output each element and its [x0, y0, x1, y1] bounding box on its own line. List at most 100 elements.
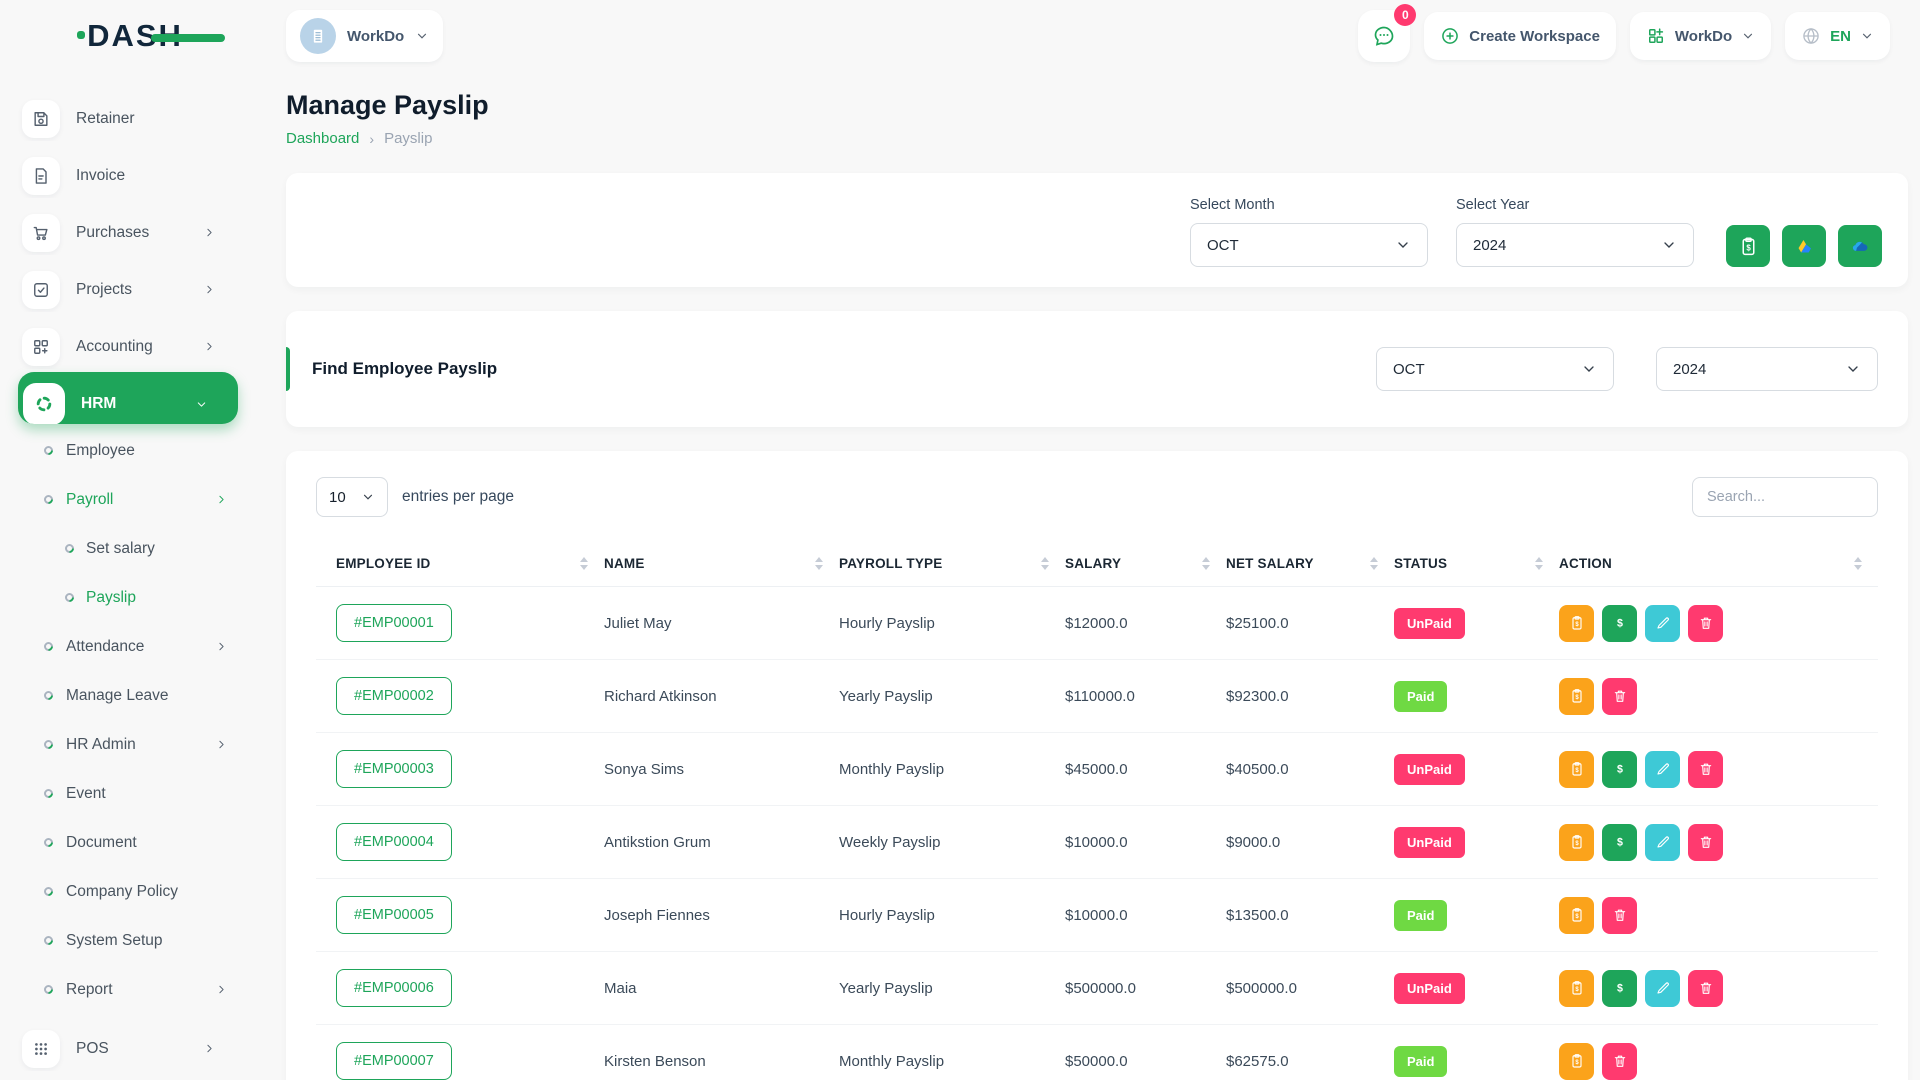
- sidebar-item-accounting[interactable]: Accounting: [0, 312, 270, 369]
- column-header-name[interactable]: NAME: [604, 541, 839, 587]
- table-row: #EMP00006MaiaYearly Payslip$500000.0$500…: [316, 952, 1878, 1025]
- sort-icon[interactable]: [580, 557, 588, 570]
- chevron-right-glyph: [203, 1042, 216, 1055]
- sidebar-item-system-setup[interactable]: System Setup: [0, 916, 270, 965]
- sidebar-item-event[interactable]: Event: [0, 769, 270, 818]
- sidebar-item-document[interactable]: Document: [0, 818, 270, 867]
- export-onedrive-button[interactable]: [1838, 225, 1882, 267]
- employee-id-chip[interactable]: #EMP00006: [336, 969, 452, 1007]
- employee-id-chip[interactable]: #EMP00004: [336, 823, 452, 861]
- employee-id-chip[interactable]: #EMP00007: [336, 1042, 452, 1080]
- column-header-salary[interactable]: SALARY: [1065, 541, 1226, 587]
- column-header-payroll-type[interactable]: PAYROLL TYPE: [839, 541, 1065, 587]
- year-select[interactable]: 2024: [1456, 223, 1694, 267]
- column-header-employee-id[interactable]: EMPLOYEE ID: [316, 541, 604, 587]
- sidebar-item-pos[interactable]: POS: [0, 1014, 270, 1071]
- svg-text:$: $: [1575, 914, 1579, 920]
- workspace-selector[interactable]: WorkDo: [286, 10, 443, 62]
- pencil-icon: [1655, 761, 1671, 777]
- sidebar-item-retainer[interactable]: Retainer: [0, 84, 270, 141]
- payment-button[interactable]: $: [1602, 605, 1637, 642]
- sidebar-item-payslip[interactable]: Payslip: [0, 573, 270, 622]
- employee-id-chip[interactable]: #EMP00003: [336, 750, 452, 788]
- sidebar-item-purchases[interactable]: Purchases: [0, 198, 270, 255]
- sidebar-item-label: Report: [66, 981, 113, 999]
- payment-button[interactable]: $: [1602, 824, 1637, 861]
- delete-button[interactable]: [1688, 970, 1723, 1007]
- sort-icon[interactable]: [1041, 557, 1049, 570]
- sort-icon[interactable]: [815, 557, 823, 570]
- chevron-down-icon: [361, 490, 375, 504]
- column-header-net-salary[interactable]: NET SALARY: [1226, 541, 1394, 587]
- row-actions: $: [1559, 897, 1878, 934]
- delete-button[interactable]: [1602, 1043, 1637, 1080]
- hrm-icon: [23, 383, 65, 424]
- breadcrumb-dashboard-link[interactable]: Dashboard: [286, 130, 359, 147]
- net-salary-cell: $40500.0: [1226, 733, 1394, 806]
- export-google-drive-button[interactable]: [1782, 225, 1826, 267]
- sidebar-item-crm[interactable]: CRM: [0, 1071, 270, 1080]
- payslip-button[interactable]: $: [1559, 751, 1594, 788]
- find-month-select[interactable]: OCT: [1376, 347, 1614, 391]
- sidebar-item-attendance[interactable]: Attendance: [0, 622, 270, 671]
- sort-icon[interactable]: [1202, 557, 1210, 570]
- messages-button[interactable]: 0: [1358, 10, 1410, 62]
- sidebar-item-hrm[interactable]: HRM: [18, 372, 238, 424]
- sidebar-item-manage-leave[interactable]: Manage Leave: [0, 671, 270, 720]
- sidebar-item-set-salary[interactable]: Set salary: [0, 524, 270, 573]
- sidebar-item-payroll[interactable]: Payroll: [0, 475, 270, 524]
- edit-button[interactable]: [1645, 605, 1680, 642]
- payslip-button[interactable]: $: [1559, 605, 1594, 642]
- column-header-status[interactable]: STATUS: [1394, 541, 1559, 587]
- payment-button[interactable]: $: [1602, 970, 1637, 1007]
- payslip-button[interactable]: $: [1559, 970, 1594, 1007]
- generate-payslip-button[interactable]: $: [1726, 225, 1770, 267]
- chevron-down-icon: [1845, 361, 1861, 377]
- column-header-action[interactable]: ACTION: [1559, 541, 1878, 587]
- brand-logo[interactable]: DASH: [87, 18, 183, 54]
- delete-button[interactable]: [1688, 751, 1723, 788]
- sidebar-item-invoice[interactable]: Invoice: [0, 141, 270, 198]
- sort-icon[interactable]: [1535, 557, 1543, 570]
- find-year-select[interactable]: 2024: [1656, 347, 1878, 391]
- edit-button[interactable]: [1645, 824, 1680, 861]
- payslip-button[interactable]: $: [1559, 678, 1594, 715]
- main-content: Manage Payslip Dashboard › Payslip Selec…: [270, 72, 1920, 1080]
- bullet-icon: [63, 591, 76, 604]
- employee-id-chip[interactable]: #EMP00005: [336, 896, 452, 934]
- payslip-button[interactable]: $: [1559, 824, 1594, 861]
- create-workspace-label: Create Workspace: [1469, 28, 1600, 45]
- trash-icon: [1698, 834, 1714, 850]
- svg-text:$: $: [1575, 622, 1579, 628]
- workdo-apps-menu[interactable]: WorkDo: [1630, 12, 1771, 60]
- sidebar-item-hr-admin[interactable]: HR Admin: [0, 720, 270, 769]
- sort-icon[interactable]: [1370, 557, 1378, 570]
- delete-button[interactable]: [1688, 605, 1723, 642]
- month-select[interactable]: OCT: [1190, 223, 1428, 267]
- payment-button[interactable]: $: [1602, 751, 1637, 788]
- entries-per-page-select[interactable]: 10: [316, 477, 388, 517]
- payslip-button[interactable]: $: [1559, 1043, 1594, 1080]
- employee-id-chip[interactable]: #EMP00001: [336, 604, 452, 642]
- column-label: ACTION: [1559, 556, 1612, 571]
- employee-name-cell: Joseph Fiennes: [604, 879, 839, 952]
- employee-id-chip[interactable]: #EMP00002: [336, 677, 452, 715]
- payslip-button[interactable]: $: [1559, 897, 1594, 934]
- search-input[interactable]: [1692, 477, 1878, 517]
- language-selector[interactable]: EN: [1785, 12, 1890, 60]
- delete-button[interactable]: [1602, 897, 1637, 934]
- edit-button[interactable]: [1645, 970, 1680, 1007]
- sidebar-item-report[interactable]: Report: [0, 965, 270, 1014]
- delete-button[interactable]: [1688, 824, 1723, 861]
- sidebar-item-projects[interactable]: Projects: [0, 255, 270, 312]
- row-actions: $$: [1559, 751, 1878, 788]
- delete-button[interactable]: [1602, 678, 1637, 715]
- edit-button[interactable]: [1645, 751, 1680, 788]
- employee-name-cell: Juliet May: [604, 587, 839, 660]
- sidebar-item-company-policy[interactable]: Company Policy: [0, 867, 270, 916]
- sort-icon[interactable]: [1854, 557, 1862, 570]
- sidebar-item-employee[interactable]: Employee: [0, 426, 270, 475]
- accounting-glyph: [31, 337, 51, 357]
- create-workspace-button[interactable]: Create Workspace: [1424, 12, 1616, 60]
- payslip-white-icon: $: [1738, 236, 1759, 257]
